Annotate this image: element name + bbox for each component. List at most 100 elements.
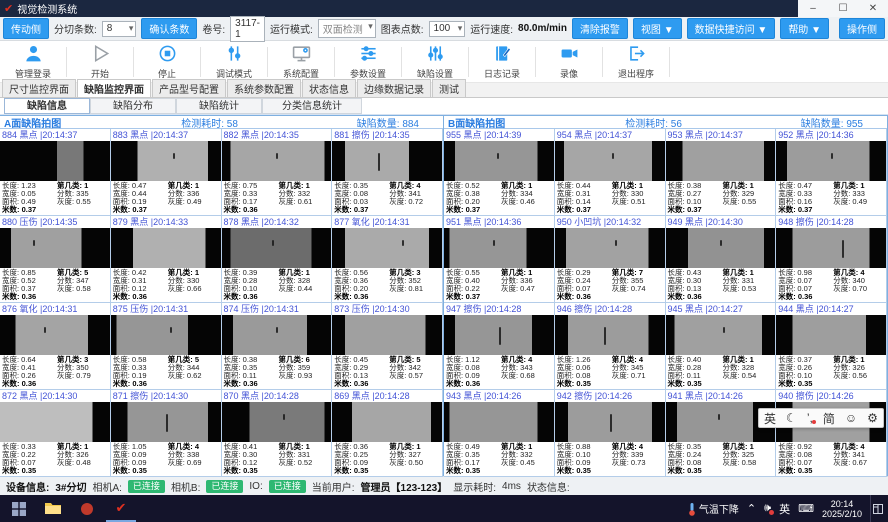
defect-cell[interactable]: 947 擦伤 |20:14:28 长度: 1.12 宽度: 0.08 面积: 0… bbox=[444, 303, 555, 390]
defect-cell[interactable]: 883 黑点 |20:14:37 长度: 0.47 宽度: 0.44 面积: 0… bbox=[111, 129, 222, 216]
ime-emoji-icon[interactable]: ☺ bbox=[845, 411, 857, 425]
panel-a-title: A面缺陷拍图 bbox=[4, 115, 61, 130]
run-mode-dropdown[interactable]: 双面检测 bbox=[318, 19, 376, 38]
defect-cell[interactable]: 872 黑点 |20:14:30 长度: 0.33 宽度: 0.22 面积: 0… bbox=[0, 390, 111, 477]
defect-mark bbox=[497, 153, 499, 159]
notification-center-icon[interactable] bbox=[870, 495, 884, 522]
defect-mark bbox=[493, 240, 495, 246]
maximize-button[interactable]: ☐ bbox=[828, 0, 858, 17]
weather-widget[interactable]: 气温下降 bbox=[688, 501, 739, 516]
taskbar-app-icon-1[interactable] bbox=[72, 495, 102, 522]
tab-test[interactable]: 测试 bbox=[432, 79, 466, 97]
taskbar-app-icon-2[interactable]: ✔ bbox=[106, 495, 136, 522]
view-menu-button[interactable]: 视图 ▼ bbox=[633, 18, 682, 39]
defect-image bbox=[332, 141, 442, 181]
defect-cell[interactable]: 875 压伤 |20:14:31 长度: 0.58 宽度: 0.33 面积: 0… bbox=[111, 303, 222, 390]
defect-meter: 米数: 0.36 bbox=[668, 293, 723, 301]
defect-mark bbox=[842, 240, 844, 258]
defect-cell[interactable]: 881 擦伤 |20:14:35 长度: 0.35 宽度: 0.08 面积: 0… bbox=[332, 129, 443, 216]
taskbar-clock[interactable]: 20:14 2025/2/10 bbox=[822, 499, 862, 519]
ime-settings-gear-icon[interactable]: ⚙ bbox=[867, 411, 878, 425]
subtab-defect-stats[interactable]: 缺陷统计 bbox=[176, 98, 262, 114]
camera-a-label: 相机A: bbox=[92, 479, 121, 494]
defect-cell[interactable]: 877 氧化 |20:14:31 长度: 0.56 宽度: 0.36 面积: 0… bbox=[332, 216, 443, 303]
system-config-button[interactable]: 系统配置 bbox=[268, 41, 334, 83]
drive-side-button[interactable]: 传动侧 bbox=[3, 18, 49, 39]
defect-cell[interactable]: 884 黑点 |20:14:37 长度: 1.23 宽度: 0.05 面积: 0… bbox=[0, 129, 111, 216]
tab-status-info[interactable]: 状态信息 bbox=[302, 79, 356, 97]
defect-cell[interactable]: 871 擦伤 |20:14:30 长度: 1.05 宽度: 0.09 面积: 0… bbox=[111, 390, 222, 477]
ime-keyboard-icon[interactable]: ⌨ bbox=[798, 502, 814, 515]
defect-cell[interactable]: 878 黑点 |20:14:32 长度: 0.39 宽度: 0.28 面积: 0… bbox=[222, 216, 333, 303]
operator-side-button[interactable]: 操作侧 bbox=[839, 18, 885, 39]
defect-cell[interactable]: 953 黑点 |20:14:37 长度: 0.38 宽度: 0.27 面积: 0… bbox=[666, 129, 777, 216]
panel-a-count-label: 缺陷数量: bbox=[357, 119, 400, 130]
log-record-button[interactable]: 日志记录 bbox=[469, 41, 535, 83]
ime-punct-toggle[interactable]: ’, bbox=[807, 411, 813, 425]
subtab-defect-distribution[interactable]: 缺陷分布 bbox=[90, 98, 176, 114]
defect-cell[interactable]: 943 黑点 |20:14:26 长度: 0.49 宽度: 0.35 面积: 0… bbox=[444, 390, 555, 477]
debug-mode-button[interactable]: 调试模式 bbox=[201, 41, 267, 83]
defect-settings-button[interactable]: 缺陷设置 bbox=[402, 41, 468, 83]
volume-icon[interactable]: 🕪 bbox=[764, 502, 771, 515]
input-language-indicator[interactable]: 英 bbox=[779, 501, 790, 517]
ime-moon-icon[interactable]: ☾ bbox=[786, 411, 797, 425]
defect-cell[interactable]: 876 氧化 |20:14:31 长度: 0.64 宽度: 0.41 面积: 0… bbox=[0, 303, 111, 390]
tab-edge-data-record[interactable]: 边缘数据记录 bbox=[357, 79, 431, 97]
defect-cell[interactable]: 880 压伤 |20:14:35 长度: 0.85 宽度: 0.52 面积: 0… bbox=[0, 216, 111, 303]
defect-cell[interactable]: 949 黑点 |20:14:30 长度: 0.43 宽度: 0.30 面积: 0… bbox=[666, 216, 777, 303]
roll-no-input[interactable]: 3117-1 bbox=[230, 16, 265, 42]
defect-cell[interactable]: 874 压伤 |20:14:31 长度: 0.38 宽度: 0.35 面积: 0… bbox=[222, 303, 333, 390]
tray-expand-icon[interactable]: ⌃ bbox=[747, 502, 756, 515]
tab-size-monitor[interactable]: 尺寸监控界面 bbox=[2, 79, 76, 97]
tab-system-param-config[interactable]: 系统参数配置 bbox=[227, 79, 301, 97]
chart-points-dropdown[interactable]: 100 bbox=[429, 21, 466, 37]
defect-gray: 灰度: 0.81 bbox=[389, 285, 440, 293]
defect-details: 长度: 0.38 宽度: 0.27 面积: 0.10 米数: 0.37 第几类:… bbox=[666, 181, 776, 215]
defect-cell[interactable]: 945 黑点 |20:14:27 长度: 0.40 宽度: 0.28 面积: 0… bbox=[666, 303, 777, 390]
defect-cell[interactable]: 879 黑点 |20:14:33 长度: 0.42 宽度: 0.31 面积: 0… bbox=[111, 216, 222, 303]
defect-cell[interactable]: 944 黑点 |20:14:27 长度: 0.37 宽度: 0.26 面积: 0… bbox=[776, 303, 887, 390]
clear-alarm-button[interactable]: 清除报警 bbox=[572, 18, 628, 39]
defect-cell[interactable]: 954 黑点 |20:14:37 长度: 0.44 宽度: 0.31 面积: 0… bbox=[555, 129, 666, 216]
defect-cell[interactable]: 951 黑点 |20:14:36 长度: 0.55 宽度: 0.40 面积: 0… bbox=[444, 216, 555, 303]
exit-program-button[interactable]: 退出程序 bbox=[603, 41, 669, 83]
close-button[interactable]: ✕ bbox=[858, 0, 888, 17]
defect-cell-header: 874 压伤 |20:14:31 bbox=[222, 303, 332, 315]
defect-meter: 米数: 0.35 bbox=[2, 467, 57, 475]
slit-count-dropdown[interactable]: 8 bbox=[102, 21, 137, 37]
param-settings-button[interactable]: 参数设置 bbox=[335, 41, 401, 83]
tab-defect-monitor[interactable]: 缺陷监控界面 bbox=[77, 79, 151, 97]
subtab-class-info-stats[interactable]: 分类信息统计 bbox=[262, 98, 362, 114]
start-button[interactable]: 开始 bbox=[67, 41, 133, 83]
admin-login-button[interactable]: 管理登录 bbox=[0, 41, 66, 83]
defect-cell[interactable]: 882 黑点 |20:14:35 长度: 0.75 宽度: 0.33 面积: 0… bbox=[222, 129, 333, 216]
panel-b-header: B面缺陷拍图 检测耗时: 56 缺陷数量: 955 bbox=[444, 116, 887, 129]
tab-product-model-config[interactable]: 产品型号配置 bbox=[152, 79, 226, 97]
defect-cell[interactable]: 948 擦伤 |20:14:28 长度: 0.98 宽度: 0.07 面积: 0… bbox=[776, 216, 887, 303]
file-explorer-icon[interactable] bbox=[38, 495, 68, 522]
ime-simplified-toggle[interactable]: 简 bbox=[823, 410, 835, 427]
defect-details: 长度: 0.39 宽度: 0.28 面积: 0.10 米数: 0.36 第几类:… bbox=[222, 268, 332, 302]
defect-cell[interactable]: 940 擦伤 |20:14:26 长度: 0.92 宽度: 0.08 面积: 0… bbox=[776, 390, 887, 477]
defect-cell[interactable]: 952 黑点 |20:14:36 长度: 0.47 宽度: 0.33 面积: 0… bbox=[776, 129, 887, 216]
defect-details: 长度: 0.37 宽度: 0.26 面积: 0.10 米数: 0.35 第几类:… bbox=[776, 355, 886, 389]
record-video-button[interactable]: 录像 bbox=[536, 41, 602, 83]
data-quick-access-button[interactable]: 数据快捷访问 ▼ bbox=[687, 18, 776, 39]
defect-cell[interactable]: 941 黑点 |20:14:26 长度: 0.35 宽度: 0.24 面积: 0… bbox=[666, 390, 777, 477]
minimize-button[interactable]: – bbox=[798, 0, 828, 17]
help-menu-button[interactable]: 帮助 ▼ bbox=[780, 18, 829, 39]
ime-lang-toggle[interactable]: 英 bbox=[764, 410, 776, 427]
subtab-defect-info[interactable]: 缺陷信息 bbox=[4, 98, 90, 114]
defect-meter: 米数: 0.36 bbox=[334, 380, 389, 388]
start-menu-button[interactable] bbox=[4, 495, 34, 522]
defect-cell[interactable]: 869 黑点 |20:14:28 长度: 0.36 宽度: 0.25 面积: 0… bbox=[332, 390, 443, 477]
defect-cell[interactable]: 955 黑点 |20:14:39 长度: 0.52 宽度: 0.38 面积: 0… bbox=[444, 129, 555, 216]
defect-cell[interactable]: 946 擦伤 |20:14:28 长度: 1.26 宽度: 0.06 面积: 0… bbox=[555, 303, 666, 390]
defect-cell[interactable]: 873 压伤 |20:14:30 长度: 0.45 宽度: 0.29 面积: 0… bbox=[332, 303, 443, 390]
defect-cell[interactable]: 942 擦伤 |20:14:26 长度: 0.88 宽度: 0.10 面积: 0… bbox=[555, 390, 666, 477]
defect-cell[interactable]: 950 小凹坑 |20:14:32 长度: 0.29 宽度: 0.24 面积: … bbox=[555, 216, 666, 303]
confirm-count-button[interactable]: 确认条数 bbox=[141, 18, 197, 39]
stop-button[interactable]: 停止 bbox=[134, 41, 200, 83]
defect-cell[interactable]: 870 黑点 |20:14:28 长度: 0.41 宽度: 0.30 面积: 0… bbox=[222, 390, 333, 477]
